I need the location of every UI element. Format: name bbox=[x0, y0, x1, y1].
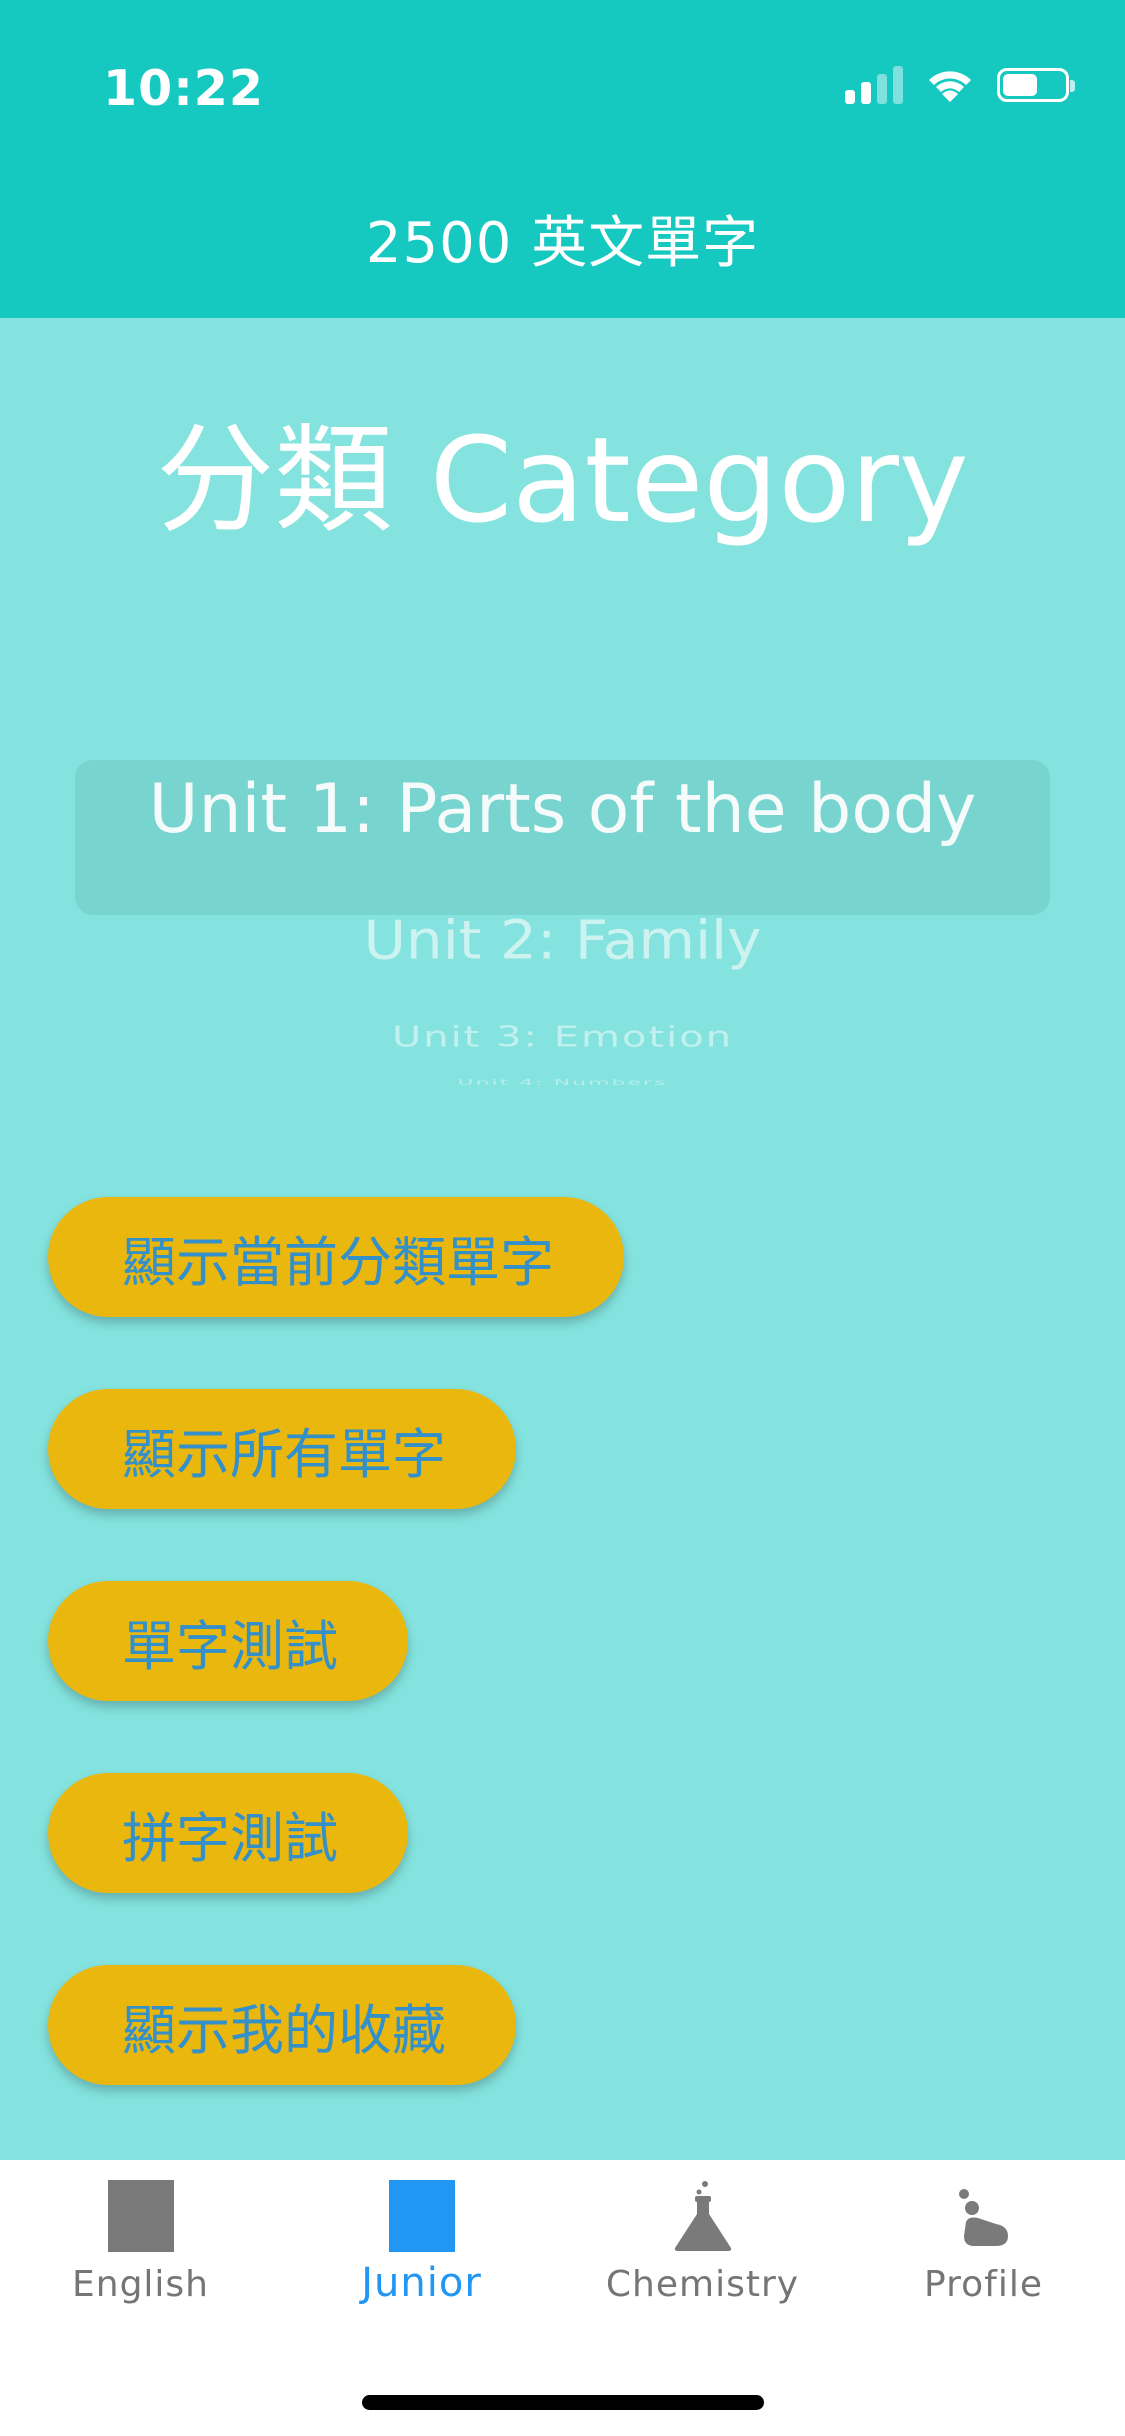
status-time: 10:22 bbox=[103, 60, 264, 117]
profile-icon bbox=[958, 2189, 1008, 2246]
tab-profile[interactable]: Profile bbox=[843, 2180, 1124, 2305]
show-favorites-button[interactable]: 顯示我的收藏 bbox=[48, 1965, 516, 2085]
tab-junior[interactable]: Junior bbox=[281, 2180, 562, 2306]
category-heading: 分類 Category bbox=[156, 411, 969, 549]
flask-icon bbox=[674, 2181, 731, 2251]
show-category-words-button[interactable]: 顯示當前分類單字 bbox=[48, 1197, 624, 1317]
show-all-words-button[interactable]: 顯示所有單字 bbox=[48, 1389, 516, 1509]
tab-label: Chemistry bbox=[605, 2264, 800, 2305]
picker-item-unit-2[interactable]: Unit 2: Family bbox=[0, 909, 1125, 972]
tab-english[interactable]: English bbox=[0, 2180, 281, 2305]
home-indicator bbox=[362, 2395, 764, 2410]
tab-label: English bbox=[72, 2264, 209, 2305]
spelling-quiz-button[interactable]: 拼字測試 bbox=[48, 1773, 408, 1893]
picker-item-unit-3[interactable]: Unit 3: Emotion bbox=[0, 1020, 1125, 1053]
square-icon bbox=[107, 2180, 174, 2252]
battery-icon bbox=[997, 68, 1075, 102]
tab-label: Profile bbox=[924, 2264, 1043, 2305]
picker-item-unit-1[interactable]: Unit 1: Parts of the body bbox=[0, 770, 1125, 849]
tab-label: Junior bbox=[361, 2260, 482, 2306]
app-header: 10:22 2500 英文單字 bbox=[0, 0, 1125, 318]
square-icon bbox=[388, 2180, 455, 2252]
tab-chemistry[interactable]: Chemistry bbox=[562, 2180, 843, 2305]
status-icons bbox=[845, 66, 1075, 104]
app-title: 2500 英文單字 bbox=[365, 211, 760, 276]
picker-item-unit-4[interactable]: Unit 4: Numbers bbox=[0, 1078, 1125, 1087]
unit-picker[interactable]: Unit 1: Parts of the body Unit 2: Family… bbox=[0, 730, 1125, 1110]
vocabulary-quiz-button[interactable]: 單字測試 bbox=[48, 1581, 408, 1701]
cellular-signal-icon bbox=[845, 66, 903, 104]
wifi-icon bbox=[929, 71, 971, 102]
